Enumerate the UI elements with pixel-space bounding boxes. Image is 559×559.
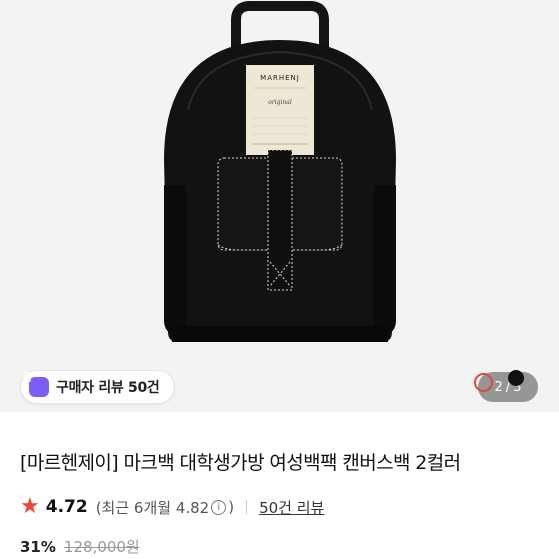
recent-rating-close: ) [228,498,235,516]
original-price: 128,000원 [63,538,140,556]
info-icon[interactable]: i [211,499,227,515]
backpack-illustration: MARHENJ original [164,1,396,342]
marker-ring [474,373,493,392]
bag-label-brand: MARHENJ [260,74,300,82]
rating-row: ★ 4.72 (최근 6개월 4.82 i ) 50건 리뷰 [20,496,324,518]
review-count-link[interactable]: 50건 리뷰 [259,497,324,518]
buyer-review-chip[interactable]: 구매자 리뷰 50건 [20,370,175,404]
pager-current: 2 [494,379,503,395]
marker-dot [508,370,524,386]
recent-rating: (최근 6개월 4.82 i ) [96,497,234,518]
section-divider [0,412,559,424]
bag-icon [23,371,49,397]
product-image[interactable]: MARHENJ original 구매자 리뷰 50건 2/3 [0,0,559,412]
price-row: 31% 128,000원 [20,536,140,557]
review-chip-label: 구매자 리뷰 50건 [56,380,160,396]
product-title: [마르헨제이] 마크백 대학생가방 여성백팩 캔버스백 2컬러 [20,452,461,474]
rating-value: 4.72 [45,497,88,517]
rating-divider [246,500,248,514]
recent-rating-text: (최근 6개월 4.82 [95,498,210,517]
star-icon: ★ [20,494,40,519]
discount-rate: 31% [20,538,56,556]
bag-label-script: original [268,99,292,106]
